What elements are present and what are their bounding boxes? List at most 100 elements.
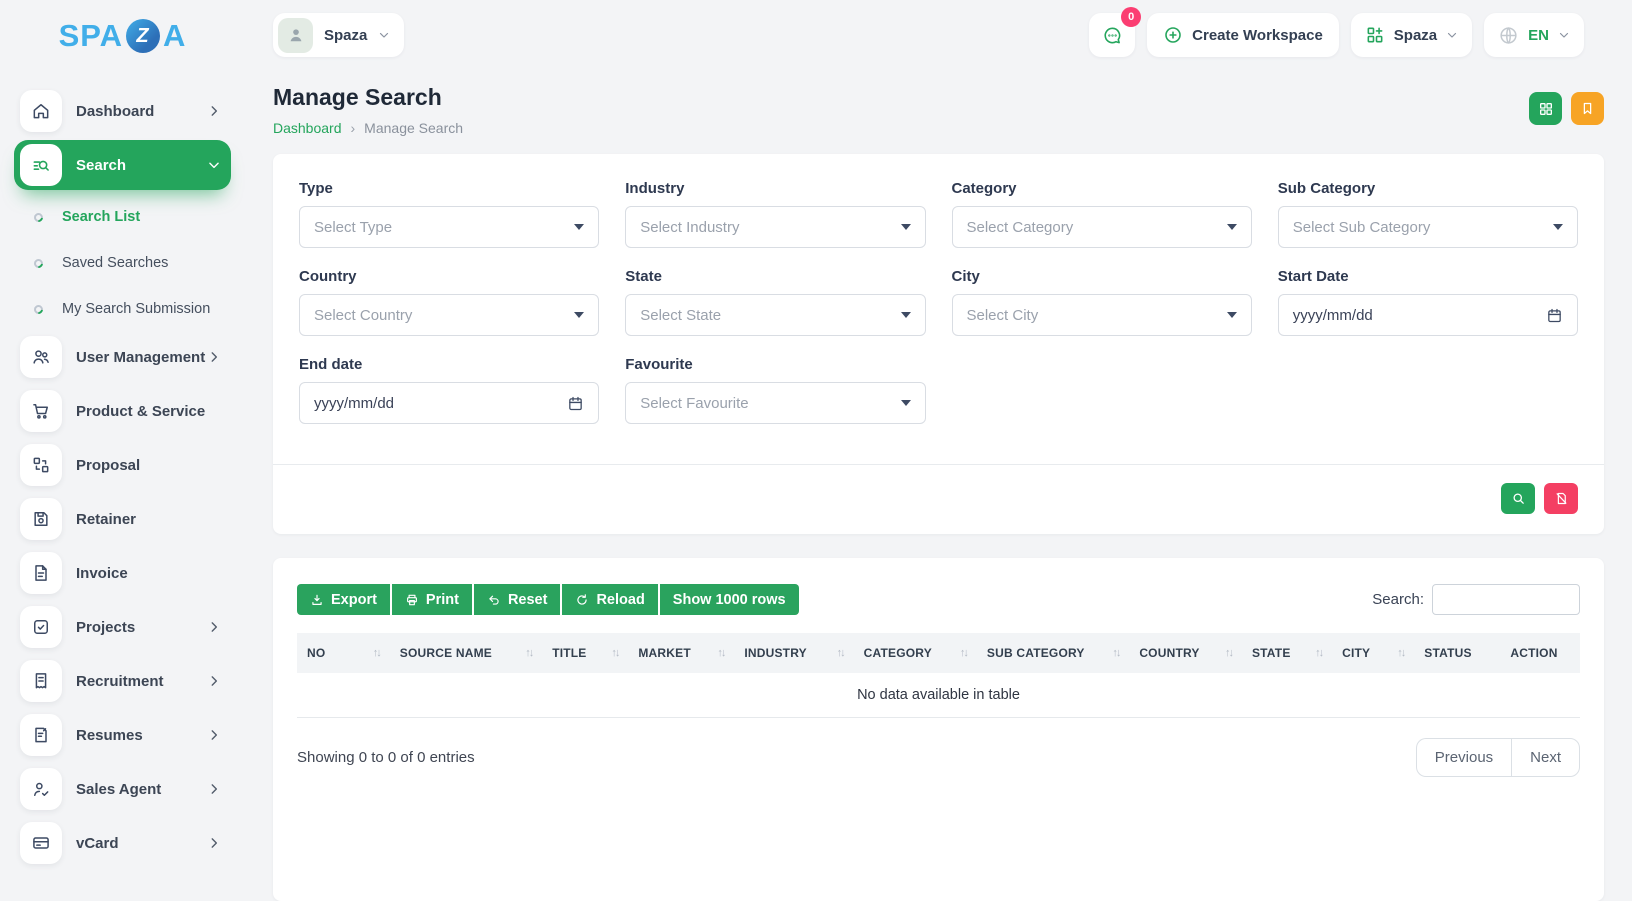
apply-search-button[interactable] [1501,483,1535,514]
field-label: Industry [625,180,925,197]
favourite-select[interactable]: Select Favourite [625,382,925,424]
sort-icon[interactable]: ↑↓ [960,647,967,659]
sidebar-item-retainer[interactable]: Retainer [14,494,231,544]
sidebar-item-user-management[interactable]: User Management [14,332,231,382]
create-workspace-button[interactable]: Create Workspace [1147,13,1339,57]
sidebar-item-sales-agent[interactable]: Sales Agent [14,764,231,814]
filter-field-industry: Industry Select Industry [625,180,925,248]
sidebar-subitem-search-list[interactable]: Search List [14,194,231,240]
column-header-industry[interactable]: INDUSTRY↑↓ [734,633,853,673]
search-label: Search: [1372,591,1424,608]
calendar-icon[interactable] [1546,307,1563,324]
plus-circle-icon [1163,25,1183,45]
column-header-country[interactable]: COUNTRY↑↓ [1129,633,1242,673]
breadcrumb-dashboard-link[interactable]: Dashboard [273,120,342,136]
reset-button[interactable]: Reset [474,584,561,615]
pagination: Previous Next [1416,738,1580,777]
start-date-input[interactable]: yyyy/mm/dd [1278,294,1578,336]
previous-page-button[interactable]: Previous [1416,738,1511,777]
table-search-input[interactable] [1432,584,1580,615]
column-header-category[interactable]: CATEGORY↑↓ [854,633,977,673]
workspace-switcher[interactable]: Spaza [1351,13,1472,57]
select-placeholder: Select Category [967,219,1074,236]
show-rows-button[interactable]: Show 1000 rows [660,584,799,615]
chevron-right-icon [207,620,221,634]
language-selector[interactable]: EN [1484,13,1584,57]
sort-icon[interactable]: ↑↓ [525,647,532,659]
chevron-right-icon [207,674,221,688]
sidebar: SPAZA Dashboard Search Search List [0,0,245,901]
sidebar-item-proposal[interactable]: Proposal [14,440,231,490]
sub-category-select[interactable]: Select Sub Category [1278,206,1578,248]
sidebar-item-projects[interactable]: Projects [14,602,231,652]
print-button[interactable]: Print [392,584,472,615]
next-page-button[interactable]: Next [1511,738,1580,777]
column-header-source-name[interactable]: SOURCE NAME↑↓ [390,633,542,673]
sort-icon[interactable]: ↑↓ [1225,647,1232,659]
state-select[interactable]: Select State [625,294,925,336]
category-select[interactable]: Select Category [952,206,1252,248]
sidebar-item-resumes[interactable]: Resumes [14,710,231,760]
user-workspace-dropdown[interactable]: Spaza [273,13,404,57]
sidebar-subitem-saved-searches[interactable]: Saved Searches [14,240,231,286]
select-placeholder: Select Type [314,219,392,236]
page-header: Manage Search Dashboard › Manage Search [273,84,1604,136]
sort-icon[interactable]: ↑↓ [837,647,844,659]
workspace-grid-icon [1365,25,1385,45]
export-button[interactable]: Export [297,584,390,615]
sidebar-item-dashboard[interactable]: Dashboard [14,86,231,136]
user-pill-label: Spaza [324,27,367,44]
breadcrumb-current: Manage Search [364,120,463,136]
sidebar-subitem-my-search-submission[interactable]: My Search Submission [14,286,231,332]
chat-badge: 0 [1121,7,1141,27]
sort-icon[interactable]: ↑↓ [1397,647,1404,659]
home-icon [20,90,62,132]
filter-field-end-date: End date yyyy/mm/dd [299,356,599,424]
sidebar-item-vcard[interactable]: vCard [14,818,231,868]
breadcrumb: Dashboard › Manage Search [273,120,463,136]
sidebar-item-product-service[interactable]: Product & Service [14,386,231,436]
column-header-state[interactable]: STATE↑↓ [1242,633,1332,673]
clear-filters-button[interactable] [1544,483,1578,514]
field-label: Start Date [1278,268,1578,285]
grid-icon [1538,101,1554,117]
type-select[interactable]: Select Type [299,206,599,248]
file-edit-icon [20,714,62,756]
column-header-status[interactable]: STATUS [1414,633,1500,673]
sidebar-item-invoice[interactable]: Invoice [14,548,231,598]
city-select[interactable]: Select City [952,294,1252,336]
column-header-market[interactable]: MARKET↑↓ [628,633,734,673]
caret-down-icon [1227,312,1237,318]
field-label: City [952,268,1252,285]
logo-z-icon: Z [126,19,160,53]
column-header-sub-category[interactable]: SUB CATEGORY↑↓ [977,633,1129,673]
reload-button[interactable]: Reload [562,584,657,615]
industry-select[interactable]: Select Industry [625,206,925,248]
column-header-city[interactable]: CITY↑↓ [1332,633,1414,673]
sort-icon[interactable]: ↑↓ [717,647,724,659]
chat-bubble-icon [1102,25,1123,46]
filter-field-start-date: Start Date yyyy/mm/dd [1278,268,1578,336]
chat-button[interactable]: 0 [1089,13,1135,57]
field-label: Country [299,268,599,285]
sort-icon[interactable]: ↑↓ [373,647,380,659]
sidebar-item-search[interactable]: Search [14,140,231,190]
sort-icon[interactable]: ↑↓ [1112,647,1119,659]
column-header-action[interactable]: ACTION [1500,633,1580,673]
grid-view-button[interactable] [1529,92,1562,125]
column-header-title[interactable]: TITLE↑↓ [542,633,628,673]
calendar-icon[interactable] [567,395,584,412]
column-header-no[interactable]: NO↑↓ [297,633,390,673]
sidebar-item-recruitment[interactable]: Recruitment [14,656,231,706]
sort-icon[interactable]: ↑↓ [611,647,618,659]
end-date-input[interactable]: yyyy/mm/dd [299,382,599,424]
country-select[interactable]: Select Country [299,294,599,336]
invoice-file-icon [20,552,62,594]
bookmark-button[interactable] [1571,92,1604,125]
app-logo[interactable]: SPAZA [0,18,245,54]
sort-icon[interactable]: ↑↓ [1315,647,1322,659]
table-buttons: Export Print Reset Reload [297,584,799,615]
sidebar-item-label: Dashboard [76,103,207,120]
caret-down-icon [1553,224,1563,230]
page-title: Manage Search [273,84,463,111]
